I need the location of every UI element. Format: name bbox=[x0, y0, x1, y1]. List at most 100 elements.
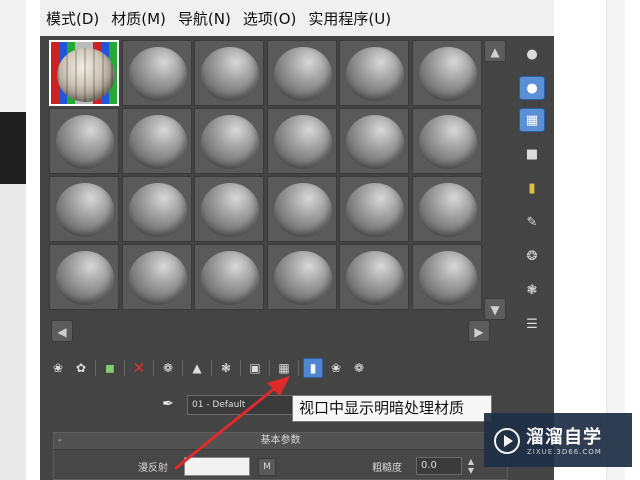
menu-utilities[interactable]: 实用程序(U) bbox=[308, 8, 391, 29]
assign-material-icon: ◼ bbox=[105, 361, 115, 375]
watermark-subtitle: ZIXUE.3D66.COM bbox=[527, 448, 602, 456]
sample-slot[interactable] bbox=[266, 108, 337, 174]
get-material-icon: ❀ bbox=[52, 361, 64, 375]
video-color-check-button[interactable]: ▮ bbox=[519, 176, 545, 200]
sample-slot[interactable] bbox=[339, 244, 409, 310]
go-to-parent-button[interactable]: ❀ bbox=[326, 358, 346, 378]
material-sphere-preview bbox=[57, 48, 115, 102]
sample-slot[interactable] bbox=[339, 176, 409, 242]
menu-navigation[interactable]: 导航(N) bbox=[178, 8, 231, 29]
reset-map-button[interactable]: ✕ bbox=[129, 358, 149, 378]
sample-slot[interactable] bbox=[121, 244, 192, 310]
material-sphere-preview bbox=[201, 183, 259, 237]
sample-uv-tiling-button[interactable]: ■ bbox=[519, 142, 545, 166]
watermark: 溜溜自学 ZIXUE.3D66.COM bbox=[484, 413, 632, 467]
backlight-icon: ● bbox=[526, 80, 538, 96]
assign-material-button[interactable]: ◼ bbox=[100, 358, 120, 378]
sample-slot[interactable] bbox=[194, 108, 264, 174]
material-sphere-preview bbox=[346, 47, 404, 101]
put-to-library-button[interactable]: ❃ bbox=[216, 358, 236, 378]
material-id-icon: ▣ bbox=[249, 361, 261, 375]
go-to-parent-icon: ❀ bbox=[330, 361, 342, 375]
sample-slot[interactable] bbox=[339, 40, 409, 106]
chevron-left-icon: ◀ bbox=[57, 325, 67, 339]
sample-slot[interactable] bbox=[266, 40, 337, 106]
options-button[interactable]: ❂ bbox=[519, 244, 545, 268]
material-sphere-preview bbox=[346, 251, 404, 305]
menu-modes[interactable]: 模式(D) bbox=[46, 8, 99, 29]
sample-slot[interactable] bbox=[266, 244, 337, 310]
get-material-button[interactable]: ❀ bbox=[48, 358, 68, 378]
material-sphere-preview bbox=[273, 251, 332, 305]
material-sphere-preview bbox=[346, 183, 404, 237]
material-sphere-preview bbox=[56, 115, 114, 169]
sample-slot[interactable] bbox=[49, 244, 119, 310]
scroll-right-button[interactable]: ▶ bbox=[468, 320, 490, 342]
sample-slot[interactable] bbox=[266, 176, 337, 242]
viewport-edge-light bbox=[0, 184, 26, 480]
toolbar-divider bbox=[211, 360, 212, 376]
material-sphere-preview bbox=[56, 251, 114, 305]
chevron-right-icon: ▶ bbox=[474, 325, 484, 339]
backlight-button[interactable]: ● bbox=[519, 76, 545, 100]
menu-options[interactable]: 选项(O) bbox=[243, 8, 297, 29]
end-result-icon: ▮ bbox=[309, 361, 317, 375]
show-shaded-material-in-viewport-button[interactable]: ▦ bbox=[274, 358, 294, 378]
eyedropper-icon[interactable]: ✒ bbox=[158, 394, 178, 414]
material-sphere-preview bbox=[128, 183, 187, 237]
material-id-channel-button[interactable]: ▣ bbox=[245, 358, 265, 378]
sample-slot[interactable] bbox=[121, 40, 192, 106]
material-sphere-preview bbox=[418, 47, 477, 101]
material-map-navigator-button[interactable]: ☰ bbox=[519, 312, 545, 336]
go-forward-to-sibling-button[interactable]: ❁ bbox=[349, 358, 369, 378]
scroll-up-button[interactable]: ▲ bbox=[484, 40, 506, 62]
material-sphere-preview bbox=[128, 251, 187, 305]
sample-slot[interactable] bbox=[411, 176, 482, 242]
roughness-input[interactable]: 0.0 bbox=[416, 457, 462, 475]
sample-slot[interactable] bbox=[121, 108, 192, 174]
put-material-to-scene-button[interactable]: ✿ bbox=[71, 358, 91, 378]
background-scroll-area bbox=[606, 0, 625, 480]
make-preview-button[interactable]: ✎ bbox=[519, 210, 545, 234]
sample-slot[interactable] bbox=[411, 40, 482, 106]
sample-slot[interactable] bbox=[49, 176, 119, 242]
sample-slot[interactable] bbox=[339, 108, 409, 174]
copy-material-icon: ❁ bbox=[162, 361, 174, 375]
scroll-left-button[interactable]: ◀ bbox=[51, 320, 73, 342]
checker-viewport-icon: ▦ bbox=[278, 361, 290, 375]
play-triangle-icon bbox=[504, 435, 513, 447]
scroll-down-button[interactable]: ▼ bbox=[484, 298, 506, 320]
show-end-result-button[interactable]: ▮ bbox=[303, 358, 323, 378]
map-navigator-icon: ☰ bbox=[526, 316, 538, 332]
sample-slot[interactable] bbox=[411, 244, 482, 310]
make-unique-button[interactable]: ▲ bbox=[187, 358, 207, 378]
checker-background-icon: ▦ bbox=[525, 112, 539, 128]
bottom-toolbar: ❀ ✿ ◼ ✕ ❁ ▲ ❃ ▣ ▦ ▮ ❀ ❁ bbox=[48, 356, 488, 380]
sample-slot[interactable] bbox=[49, 40, 119, 106]
put-material-icon: ✿ bbox=[75, 361, 87, 375]
background-button[interactable]: ▦ bbox=[519, 108, 545, 132]
make-material-copy-button[interactable]: ❁ bbox=[158, 358, 178, 378]
material-sphere-preview bbox=[418, 183, 477, 237]
sample-slot[interactable] bbox=[49, 108, 119, 174]
diffuse-color-swatch[interactable] bbox=[184, 457, 250, 476]
sample-slot[interactable] bbox=[121, 176, 192, 242]
material-name-field[interactable]: 01 - Default bbox=[187, 395, 297, 415]
menu-material[interactable]: 材质(M) bbox=[111, 8, 166, 29]
material-editor-window: 模式(D) 材质(M) 导航(N) 选项(O) 实用程序(U) ▲ ▼ ● ● … bbox=[40, 0, 554, 480]
sample-slots-grid bbox=[49, 40, 482, 314]
options-spheres-icon: ❂ bbox=[526, 248, 538, 264]
sample-slots-vertical-scrollbar[interactable]: ▲ ▼ bbox=[484, 40, 510, 320]
roughness-spinner[interactable]: ▲ ▼ bbox=[465, 457, 477, 475]
sample-type-button[interactable]: ● bbox=[519, 42, 545, 66]
sample-slot[interactable] bbox=[194, 244, 264, 310]
color-bars-icon: ▮ bbox=[528, 180, 536, 196]
library-icon: ❃ bbox=[220, 361, 232, 375]
select-by-material-button[interactable]: ❃ bbox=[519, 278, 545, 302]
sample-slot[interactable] bbox=[194, 176, 264, 242]
sample-slot[interactable] bbox=[411, 108, 482, 174]
rollout-header[interactable]: - 基本参数 bbox=[54, 433, 507, 450]
sample-slot[interactable] bbox=[194, 40, 264, 106]
side-toolbar: ● ● ▦ ■ ▮ ✎ ❂ ❃ ☰ bbox=[516, 40, 550, 340]
diffuse-map-button[interactable]: M bbox=[258, 458, 276, 476]
